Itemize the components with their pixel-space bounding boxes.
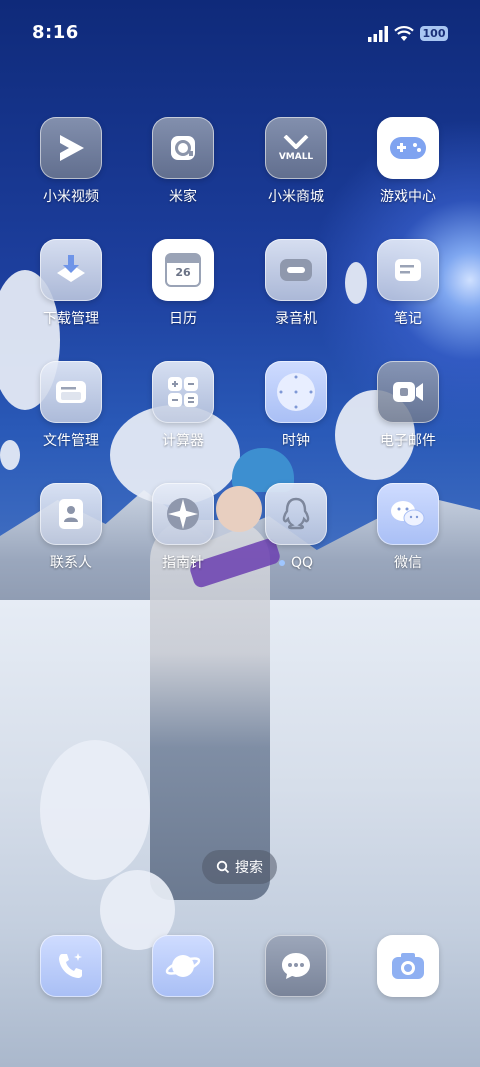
app-label: 录音机 [275,311,317,327]
app-label: 联系人 [50,555,92,571]
app-label: 计算器 [162,433,204,449]
app-calendar[interactable]: 26 日历 [133,239,233,328]
app-file-manager[interactable]: 文件管理 [21,361,121,450]
email-icon [377,361,439,423]
qq-icon [265,483,327,545]
app-label: 指南针 [162,555,204,571]
browser-icon [152,935,214,997]
play-icon [40,117,102,179]
app-label: 小米视频 [43,189,99,205]
calendar-date: 26 [175,266,191,279]
app-label: 游戏中心 [380,189,436,205]
app-recorder[interactable]: 录音机 [246,239,346,328]
app-email[interactable]: 电子邮件 [358,361,458,450]
contacts-icon [40,483,102,545]
app-mi-video[interactable]: 小米视频 [21,117,121,206]
mihome-icon [152,117,214,179]
compass-icon [152,483,214,545]
app-wechat[interactable]: 微信 [358,483,458,572]
app-label: 小米商城 [268,189,324,205]
dock-browser[interactable] [152,935,214,997]
status-bar: 8:16 100 [0,0,480,66]
app-label: 笔记 [394,311,422,327]
wallpaper-snowball [40,740,150,880]
wifi-icon [394,26,414,41]
status-time: 8:16 [32,22,79,43]
messages-icon [265,935,327,997]
app-mi-mall[interactable]: VMALL 小米商城 [246,117,346,206]
search-button[interactable]: 搜索 [202,850,277,884]
app-label: 下载管理 [43,311,99,327]
phone-icon [40,935,102,997]
vmall-icon-text: VMALL [278,151,314,162]
camera-icon [377,935,439,997]
app-contacts[interactable]: 联系人 [21,483,121,572]
app-calculator[interactable]: 计算器 [133,361,233,450]
app-label-row: QQ [246,554,346,572]
notes-icon [377,239,439,301]
app-label: 微信 [394,555,422,571]
search-icon [216,860,230,874]
app-label: 日历 [169,311,197,327]
recorder-icon [265,239,327,301]
dock-phone[interactable] [40,935,102,997]
search-label: 搜索 [235,860,263,876]
clock-icon [265,361,327,423]
app-label: 时钟 [282,433,310,449]
gamepad-icon [377,117,439,179]
folder-icon [40,361,102,423]
app-label: 文件管理 [43,433,99,449]
app-downloads[interactable]: 下载管理 [21,239,121,328]
battery-indicator: 100 [420,26,448,41]
cellular-signal-icon [368,26,388,42]
calculator-icon [152,361,214,423]
app-label: 米家 [169,189,197,205]
app-game-center[interactable]: 游戏中心 [358,117,458,206]
app-qq[interactable]: QQ [246,483,346,572]
download-icon [40,239,102,301]
app-label: 电子邮件 [380,433,436,449]
app-mi-home[interactable]: 米家 [133,117,233,206]
wechat-icon [377,483,439,545]
wallpaper-cloud [0,440,20,470]
new-indicator-dot [278,560,285,566]
app-notes[interactable]: 笔记 [358,239,458,328]
dock-messages[interactable] [265,935,327,997]
calendar-icon: 26 [152,239,214,301]
vmall-icon: VMALL [265,117,327,179]
app-label: QQ [290,555,314,571]
app-clock[interactable]: 时钟 [246,361,346,450]
app-compass[interactable]: 指南针 [133,483,233,572]
dock-camera[interactable] [377,935,439,997]
